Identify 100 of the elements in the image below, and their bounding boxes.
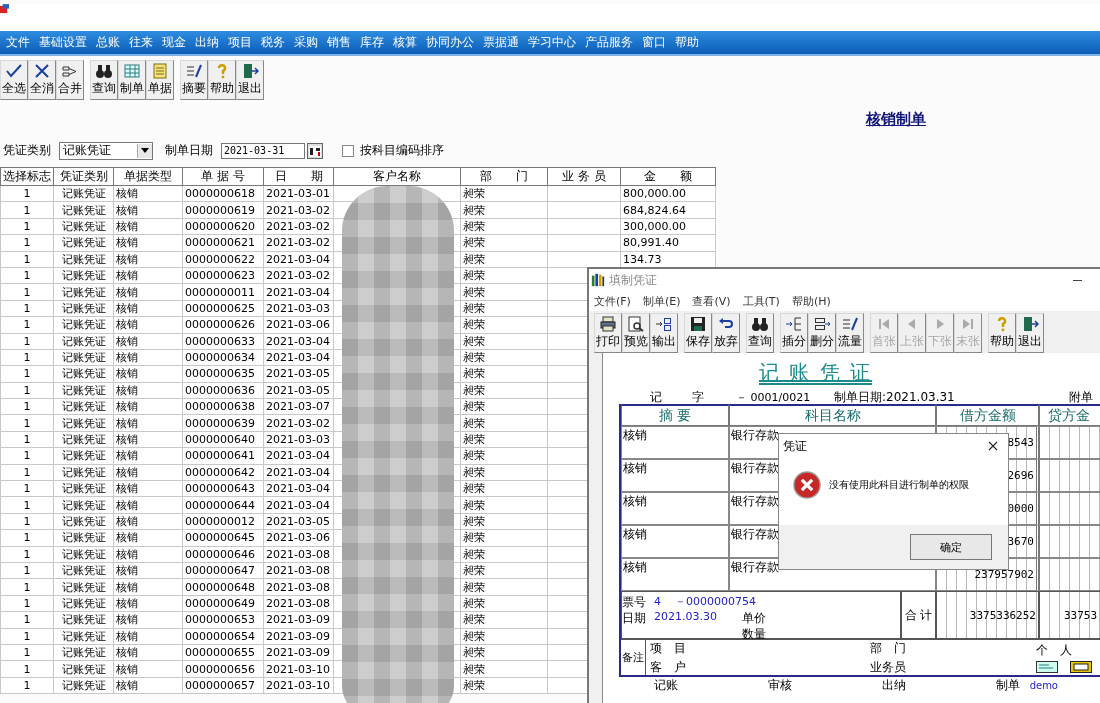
menu-item[interactable]: 窗口 [642, 34, 666, 51]
project-label: 项 目 [650, 639, 687, 657]
calendar-icon[interactable] [307, 142, 323, 159]
merge-icon [61, 63, 79, 79]
toolbar-button[interactable]: 插分 [780, 313, 808, 353]
menu-item[interactable]: 制单(E) [642, 293, 681, 309]
column-header[interactable]: 客户名称 [333, 167, 461, 186]
toolbar-button[interactable]: 摘要 [180, 60, 208, 100]
ticket-date: 2021.03.30 [654, 610, 718, 625]
column-header[interactable]: 单据类型 [113, 167, 183, 186]
menu-item[interactable]: 采购 [294, 34, 318, 51]
date-field[interactable]: 2021-03-31 [221, 142, 305, 159]
column-header: 贷方金 [1039, 404, 1100, 426]
card-icon[interactable] [1036, 661, 1058, 673]
summary-cell: 核销 [621, 558, 729, 591]
close-icon[interactable] [988, 441, 998, 451]
voucher-date: 制单日期:2021.03.31 [834, 388, 956, 406]
toolbar-button[interactable]: 帮助 [988, 313, 1016, 353]
filter-label: 制单日期 [165, 142, 213, 159]
menu-item[interactable]: 工具(T) [742, 293, 780, 309]
column-header[interactable]: 选择标志 [0, 167, 54, 186]
toolbar-button[interactable]: 打印 [594, 313, 622, 353]
remove-rows-icon [813, 316, 831, 332]
menu-item[interactable]: 基础设置 [39, 34, 87, 51]
menu-item[interactable]: 销售 [327, 34, 351, 51]
toolbar-button[interactable]: 输出 [650, 313, 678, 353]
column-header[interactable]: 凭证类别 [53, 167, 114, 186]
summary-cell: 核销 [621, 459, 729, 492]
ok-button[interactable]: 确定 [910, 534, 992, 560]
ticket-type: 4 [654, 595, 661, 608]
exit-door-icon [1021, 316, 1039, 332]
menu-item[interactable]: 学习中心 [528, 34, 576, 51]
menu-item[interactable]: 税务 [261, 34, 285, 51]
ticket-number: －0000000754 [675, 595, 756, 608]
voucher-word-suffix: 字 [692, 388, 705, 406]
toolbar-button[interactable]: 退出 [1016, 313, 1044, 353]
caret-icon [141, 148, 149, 153]
toolbar-button[interactable]: 退出 [236, 60, 264, 100]
checkbox-label: 按科目编码排序 [360, 142, 444, 159]
menu-item[interactable]: 项目 [228, 34, 252, 51]
toolbar-button[interactable]: 合并 [56, 60, 84, 100]
toolbar-button[interactable]: 查询 [90, 60, 118, 100]
column-header[interactable]: 日 期 [263, 167, 334, 186]
menu-item[interactable]: 帮助 [675, 34, 699, 51]
toolbar-button[interactable]: 删分 [808, 313, 836, 353]
toolbar-button[interactable]: 预览 [622, 313, 650, 353]
arrow-boxes-icon [655, 316, 673, 332]
document-icon [151, 63, 169, 79]
card-reader-icon[interactable] [1070, 661, 1092, 673]
menu-item[interactable]: 帮助(H) [791, 293, 831, 309]
signature-label: 审核 [767, 678, 792, 692]
toolbar-button[interactable]: 流量 [836, 313, 864, 353]
page-magnifier-icon [627, 316, 645, 332]
total-label: 合 计 [901, 591, 936, 639]
toolbar-button[interactable]: 全选 [0, 60, 28, 100]
customer-label: 客 户 [650, 658, 687, 676]
column-header[interactable]: 金 额 [620, 167, 716, 186]
toolbar-button[interactable]: 查询 [746, 313, 774, 353]
summary-cell: 核销 [621, 426, 729, 459]
dialog-title: 凭证 [783, 437, 807, 455]
column-header: 借方金额 [936, 404, 1039, 426]
menu-item[interactable]: 出纳 [195, 34, 219, 51]
menu-item[interactable]: 核算 [393, 34, 417, 51]
menu-item[interactable]: 文件(F) [594, 293, 631, 309]
cross-icon [33, 63, 51, 79]
toolbar-button[interactable]: 单据 [146, 60, 174, 100]
exit-door-icon [241, 63, 259, 79]
voucher-word-label: 记 [650, 388, 663, 406]
toolbar-button[interactable]: 帮助 [208, 60, 236, 100]
sort-checkbox[interactable] [342, 144, 354, 157]
column-header[interactable]: 部 门 [460, 167, 548, 186]
app-icon [0, 4, 9, 15]
printer-icon [599, 316, 617, 332]
pen-icon [185, 63, 203, 79]
menu-item[interactable]: 产品服务 [585, 34, 633, 51]
voucher-heading: 记 账 凭 证 [759, 359, 874, 386]
window-title: 填制凭证 [609, 271, 658, 289]
page-title: 核销制单 [866, 109, 926, 129]
menu-item[interactable]: 协同办公 [426, 34, 474, 51]
personal-label: 个 人 [1036, 642, 1072, 659]
attachments-label: 附单 [1069, 388, 1093, 406]
toolbar-button[interactable]: 制单 [118, 60, 146, 100]
total-credit: 33753 [1039, 591, 1100, 639]
toolbar-button[interactable]: 放弃 [712, 313, 740, 353]
minimize-icon[interactable] [1073, 279, 1082, 281]
menu-item[interactable]: 库存 [360, 34, 384, 51]
books-icon [591, 273, 605, 287]
menu-item[interactable]: 总账 [96, 34, 120, 51]
column-header[interactable]: 单 据 号 [182, 167, 264, 186]
menu-item[interactable]: 现金 [162, 34, 186, 51]
remark-label: 备注 [621, 640, 646, 675]
unit-price-label: 单价 [742, 610, 767, 626]
menu-item[interactable]: 票据通 [483, 34, 519, 51]
menu-item[interactable]: 查看(V) [692, 293, 731, 309]
column-header[interactable]: 业 务 员 [547, 167, 621, 186]
menu-item[interactable]: 往来 [129, 34, 153, 51]
toolbar-button[interactable]: 全消 [28, 60, 56, 100]
menu-item[interactable]: 文件 [6, 34, 30, 51]
voucher-type-dropdown[interactable]: 记账凭证 [59, 141, 153, 160]
toolbar-button[interactable]: 保存 [684, 313, 712, 353]
